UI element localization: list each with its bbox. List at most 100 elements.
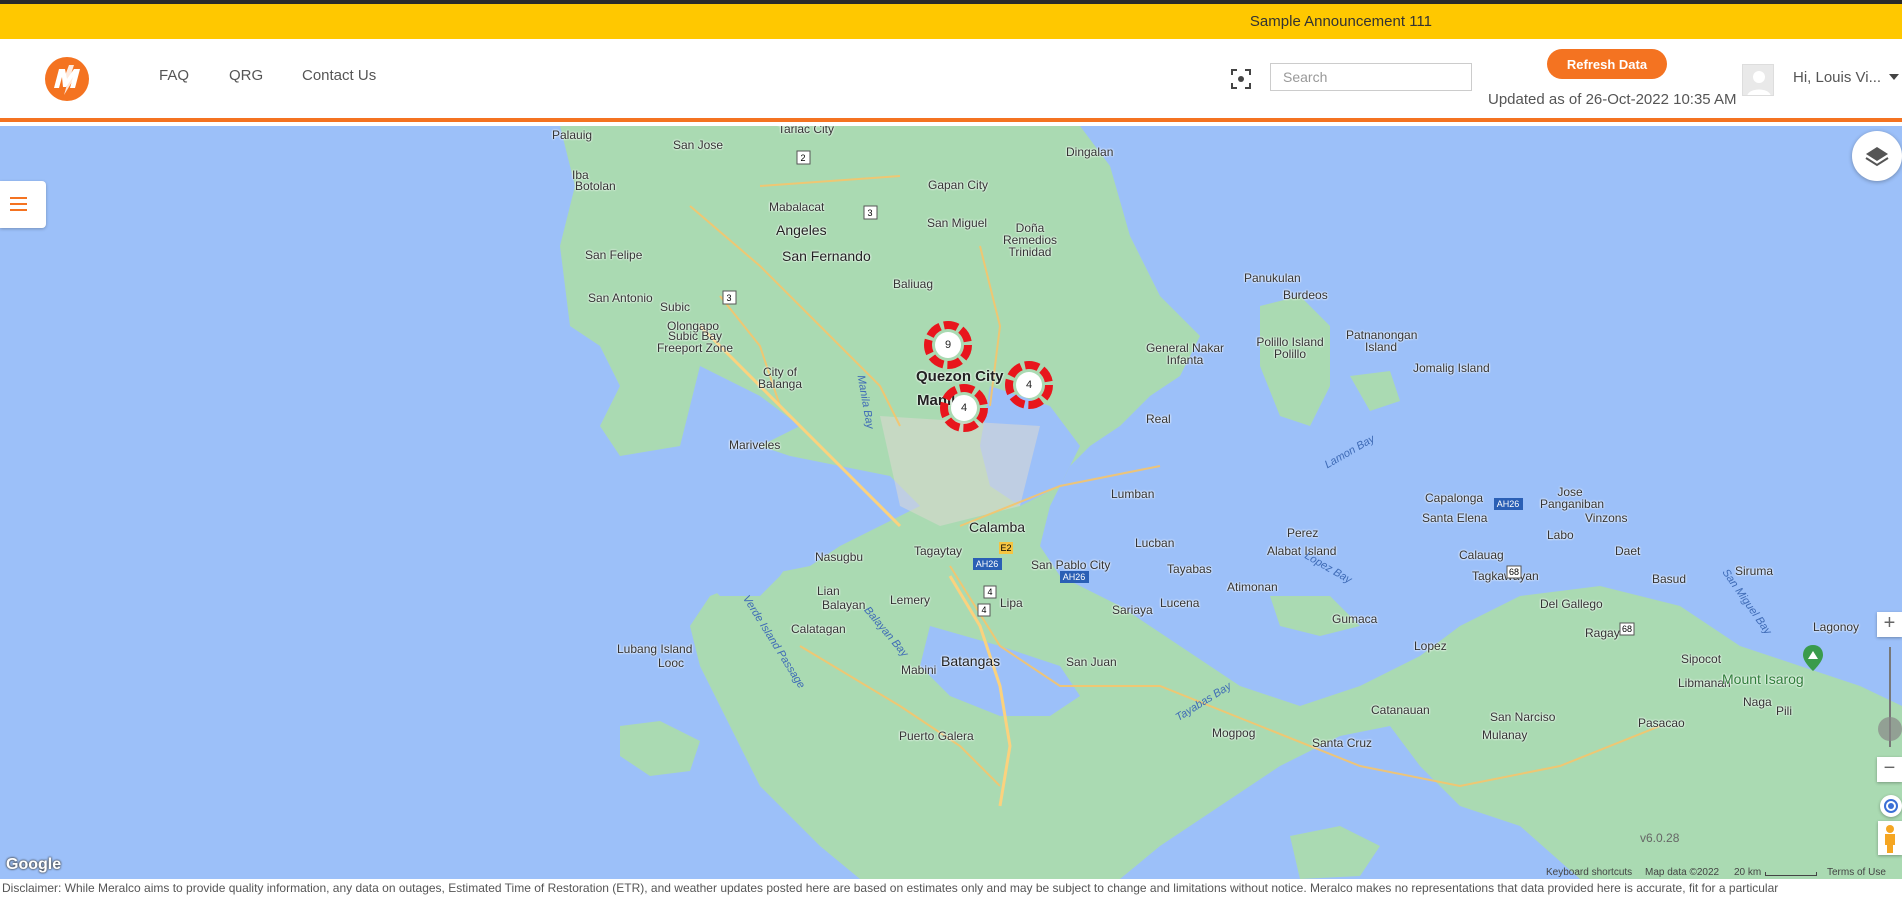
place-label: Lopez: [1414, 639, 1447, 653]
refresh-data-button[interactable]: Refresh Data: [1547, 49, 1667, 79]
outage-cluster-marker[interactable]: 4: [938, 382, 990, 434]
layers-button[interactable]: [1852, 131, 1902, 181]
search-input[interactable]: [1270, 63, 1472, 91]
place-label: Lumban: [1111, 487, 1155, 501]
place-label: City of Balanga: [757, 365, 803, 391]
scale-bar: [1765, 872, 1817, 876]
place-label: Atimonan: [1227, 580, 1278, 594]
place-label: Calauag: [1459, 548, 1504, 562]
terms-link[interactable]: Terms of Use: [1827, 867, 1886, 878]
my-location-icon[interactable]: [1880, 795, 1902, 817]
place-label: Labo: [1547, 528, 1574, 542]
outage-cluster-marker[interactable]: 9: [922, 319, 974, 371]
place-label: Lagonoy: [1813, 620, 1860, 634]
place-label: San Juan: [1066, 655, 1117, 669]
announcement-bar: Sample Announcement 111: [0, 0, 1902, 39]
place-label: Pasacao: [1638, 716, 1685, 730]
place-label: Botolan: [575, 179, 616, 193]
place-label: Lubang Island: [617, 642, 693, 656]
place-label: Lemery: [890, 593, 931, 607]
place-label: Mount Isarog: [1722, 671, 1804, 687]
layers-icon: [1865, 147, 1889, 167]
place-label: Patnanongan Island: [1346, 328, 1418, 354]
place-label: Real: [1146, 412, 1171, 426]
place-label: San Fernando: [782, 248, 871, 264]
place-label: San Miguel: [927, 216, 988, 230]
nav-contact-us-link[interactable]: Contact Us: [302, 67, 376, 84]
place-label: General Nakar Infanta: [1145, 341, 1225, 367]
place-label: Lian: [817, 584, 840, 598]
place-label: Mabalacat: [769, 200, 825, 214]
place-label: Balayan: [822, 598, 866, 612]
outage-map[interactable]: Palauig Tarlac City San Jose Dingalan Ib…: [0, 126, 1902, 879]
place-label: Mariveles: [729, 438, 781, 452]
zoom-slider-handle[interactable]: [1878, 717, 1902, 741]
place-label: Baliuag: [893, 277, 934, 291]
map-data-text: Map data ©2022: [1645, 867, 1720, 878]
place-label: Calatagan: [791, 622, 846, 636]
place-label: San Narciso: [1490, 710, 1556, 724]
place-label: Doña Remedios Trinidad: [1002, 221, 1058, 259]
place-label: Ragay: [1585, 626, 1620, 640]
place-label: San Antonio: [588, 291, 653, 305]
place-label: Tarlac City: [778, 126, 835, 136]
cluster-count: 4: [960, 402, 968, 414]
place-label: Gapan City: [928, 178, 989, 192]
scale-label[interactable]: 20 km: [1734, 867, 1761, 878]
place-label: Siruma: [1735, 564, 1774, 578]
place-label: Tagkawayan: [1472, 569, 1539, 583]
map-terrain: [560, 126, 1902, 879]
focus-target-icon[interactable]: [1230, 68, 1252, 90]
user-greeting[interactable]: Hi, Louis Vi...: [1793, 69, 1881, 86]
cluster-count: 9: [944, 339, 952, 351]
place-label: Vinzons: [1585, 511, 1628, 525]
place-label: Jose Panganiban: [1540, 485, 1605, 511]
updated-timestamp: Updated as of 26-Oct-2022 10:35 AM: [1488, 91, 1737, 108]
street-view-pegman-icon[interactable]: [1878, 821, 1902, 855]
place-label: Perez: [1287, 526, 1319, 540]
place-label: Daet: [1615, 544, 1641, 558]
place-label: Alabat Island: [1267, 544, 1337, 558]
chevron-down-icon[interactable]: [1889, 74, 1899, 80]
mount-isarog-pin-icon[interactable]: [1803, 645, 1823, 671]
meralco-logo[interactable]: [45, 57, 89, 101]
place-label: Subic Bay Freeport Zone: [656, 329, 734, 355]
place-label: Santa Cruz: [1312, 736, 1373, 750]
place-label: San Felipe: [585, 248, 643, 262]
top-navbar: FAQ QRG Contact Us Refresh Data Updated …: [0, 39, 1902, 122]
announcement-text: Sample Announcement 111: [1249, 13, 1432, 30]
disclaimer-text: Disclaimer: While Meralco aims to provid…: [0, 879, 1902, 897]
place-label: Santa Elena: [1422, 511, 1488, 525]
place-label: Looc: [658, 656, 685, 670]
place-label: Calamba: [969, 519, 1026, 535]
place-label: Catanauan: [1371, 703, 1430, 717]
place-label: Palauig: [552, 128, 593, 142]
place-label: Lucena: [1160, 596, 1200, 610]
outage-cluster-marker[interactable]: 4: [1003, 359, 1055, 411]
zoom-out-button[interactable]: −: [1877, 757, 1902, 782]
zoom-in-button[interactable]: +: [1877, 612, 1902, 637]
place-label: Lucban: [1135, 536, 1175, 550]
place-label: Mulanay: [1482, 728, 1528, 742]
place-label: Del Gallego: [1540, 597, 1603, 611]
place-label: Lipa: [1000, 596, 1023, 610]
nav-faq-link[interactable]: FAQ: [159, 67, 189, 84]
place-label: Panukulan: [1244, 271, 1301, 285]
place-label: Dingalan: [1066, 145, 1114, 159]
google-logo[interactable]: Google: [6, 856, 61, 874]
nav-qrg-link[interactable]: QRG: [229, 67, 263, 84]
place-label: Polillo Island Polillo: [1256, 335, 1324, 361]
place-label: Tagaytay: [914, 544, 963, 558]
user-avatar-icon[interactable]: [1742, 64, 1774, 96]
app-version: v6.0.28: [1640, 831, 1680, 845]
place-label: Sariaya: [1112, 603, 1153, 617]
place-label: Basud: [1652, 572, 1687, 586]
place-label: San Pablo City: [1031, 558, 1111, 572]
side-menu-toggle[interactable]: [0, 181, 46, 228]
place-label: Gumaca: [1332, 612, 1378, 626]
place-label: Nasugbu: [815, 550, 864, 564]
place-label: Jomalig Island: [1413, 361, 1490, 375]
keyboard-shortcuts-link[interactable]: Keyboard shortcuts: [1546, 867, 1632, 878]
place-label: Puerto Galera: [899, 729, 974, 743]
place-label: Pili: [1776, 704, 1793, 718]
